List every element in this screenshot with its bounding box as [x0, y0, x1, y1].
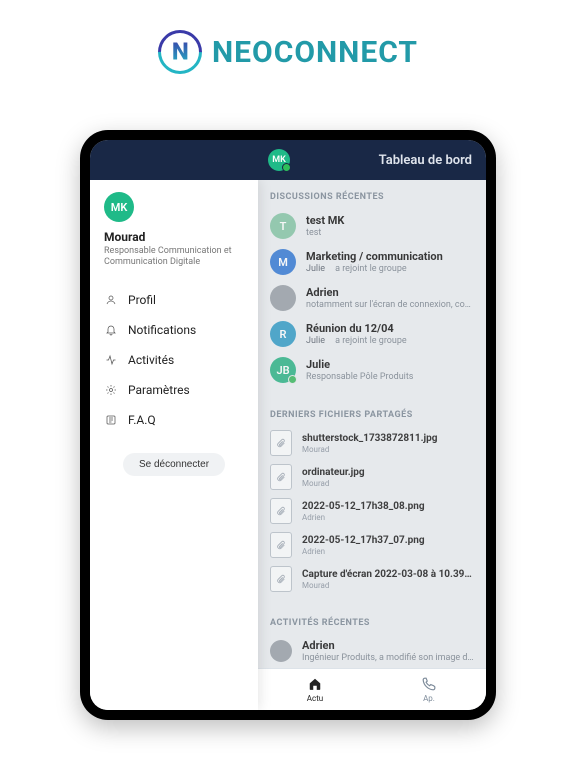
screen: MK Tableau de bord MK Mourad Responsable…	[90, 140, 486, 710]
side-drawer: MK Mourad Responsable Communication et C…	[90, 180, 258, 710]
logout-button[interactable]: Se déconnecter	[123, 453, 225, 476]
file-by: Adrien	[302, 513, 425, 522]
discussion-item[interactable]: Adrien notamment sur l'écran de connexio…	[258, 280, 486, 316]
discussion-subtitle: Responsable Pôle Produits	[306, 372, 474, 382]
drawer-profile-role: Responsable Communication et Communicati…	[104, 246, 246, 269]
discussion-subtitle: test	[306, 228, 474, 238]
file-icon	[270, 430, 292, 456]
discussion-item[interactable]: JB Julie Responsable Pôle Produits	[258, 352, 486, 388]
discussion-avatar: R	[270, 321, 296, 347]
discussion-title: Adrien	[306, 286, 474, 299]
page-title: Tableau de bord	[379, 153, 472, 168]
file-item[interactable]: shutterstock_1733872811.jpgMourad	[258, 426, 486, 460]
file-item[interactable]: 2022-05-12_17h38_08.pngAdrien	[258, 494, 486, 528]
faq-icon	[104, 414, 118, 426]
section-title-files: DERNIERS FICHIERS PARTAGÉS	[258, 398, 486, 426]
file-name: shutterstock_1733872811.jpg	[302, 433, 437, 444]
tablet-frame: MK Tableau de bord MK Mourad Responsable…	[80, 130, 496, 720]
menu-item-faq[interactable]: F.A.Q	[90, 405, 258, 435]
brand-header: N NEOCONNECT	[0, 0, 576, 94]
activity-title: Adrien	[302, 639, 474, 652]
discussion-subtitle: Juliea rejoint le groupe	[306, 336, 474, 346]
discussion-title: Marketing / communication	[306, 250, 474, 263]
bottom-nav: Actu Ap.	[258, 668, 486, 710]
file-name: ordinateur.jpg	[302, 467, 365, 478]
menu-item-parametres[interactable]: Paramètres	[90, 375, 258, 405]
menu-label: F.A.Q	[128, 413, 156, 427]
drawer-avatar[interactable]: MK	[104, 192, 134, 222]
drawer-profile: MK Mourad Responsable Communication et C…	[90, 180, 258, 279]
content-area: MK Mourad Responsable Communication et C…	[90, 180, 486, 710]
file-by: Mourad	[302, 445, 437, 454]
file-icon	[270, 566, 292, 592]
discussion-item[interactable]: T test MK test	[258, 208, 486, 244]
discussion-title: Réunion du 12/04	[306, 322, 474, 335]
menu-label: Paramètres	[128, 383, 190, 397]
menu-item-profil[interactable]: Profil	[90, 285, 258, 315]
file-item[interactable]: ordinateur.jpgMourad	[258, 460, 486, 494]
menu-item-notifications[interactable]: Notifications	[90, 315, 258, 345]
discussion-avatar: T	[270, 213, 296, 239]
file-by: Mourad	[302, 479, 365, 488]
menu-label: Activités	[128, 353, 174, 367]
menu-item-activites[interactable]: Activités	[90, 345, 258, 375]
file-name: 2022-05-12_17h37_07.png	[302, 535, 425, 546]
file-name: 2022-05-12_17h38_08.png	[302, 501, 425, 512]
section-title-discussions: DISCUSSIONS RÉCENTES	[258, 180, 486, 208]
discussion-avatar	[270, 285, 296, 311]
activity-icon	[104, 354, 118, 366]
bottom-nav-label: Actu	[307, 694, 323, 703]
drawer-profile-name: Mourad	[104, 230, 246, 244]
file-by: Adrien	[302, 547, 425, 556]
file-name: Capture d'écran 2022-03-08 à 10.39.04.pn…	[302, 569, 474, 580]
brand-logo-icon: N	[149, 21, 211, 83]
home-icon	[308, 677, 322, 693]
menu-label: Profil	[128, 293, 156, 307]
file-icon	[270, 464, 292, 490]
discussion-item[interactable]: M Marketing / communication Juliea rejoi…	[258, 244, 486, 280]
file-icon	[270, 532, 292, 558]
discussion-subtitle: Juliea rejoint le groupe	[306, 264, 474, 274]
discussion-title: test MK	[306, 214, 474, 227]
section-title-activities: ACTIVITÉS RÉCENTES	[258, 606, 486, 634]
discussion-title: Julie	[306, 358, 474, 371]
main-panel: DISCUSSIONS RÉCENTES T test MK test M Ma…	[258, 180, 486, 668]
file-item[interactable]: Capture d'écran 2022-03-08 à 10.39.04.pn…	[258, 562, 486, 596]
activity-subtitle: Ingénieur Produits, a modifié son image …	[302, 653, 474, 663]
discussion-avatar: M	[270, 249, 296, 275]
brand-name: NEOCONNECT	[212, 35, 418, 70]
menu-label: Notifications	[128, 323, 196, 337]
user-icon	[104, 294, 118, 306]
file-item[interactable]: 2022-05-12_17h37_07.pngAdrien	[258, 528, 486, 562]
gear-icon	[104, 384, 118, 396]
bottom-nav-phone[interactable]: Ap.	[372, 669, 486, 710]
activity-avatar	[270, 640, 292, 662]
bell-icon	[104, 324, 118, 336]
bottom-nav-label: Ap.	[423, 694, 435, 703]
drawer-menu: Profil Notifications Activités Paramètre…	[90, 285, 258, 435]
discussion-avatar: JB	[270, 357, 296, 383]
topbar-avatar[interactable]: MK	[268, 149, 290, 171]
discussion-item[interactable]: R Réunion du 12/04 Juliea rejoint le gro…	[258, 316, 486, 352]
bottom-nav-home[interactable]: Actu	[258, 669, 372, 710]
discussion-subtitle: notamment sur l'écran de connexion, coul…	[306, 300, 474, 310]
file-icon	[270, 498, 292, 524]
activity-item[interactable]: Adrien Ingénieur Produits, a modifié son…	[258, 634, 486, 668]
file-by: Mourad	[302, 581, 474, 590]
phone-icon	[422, 677, 436, 693]
top-bar: MK Tableau de bord	[90, 140, 486, 180]
